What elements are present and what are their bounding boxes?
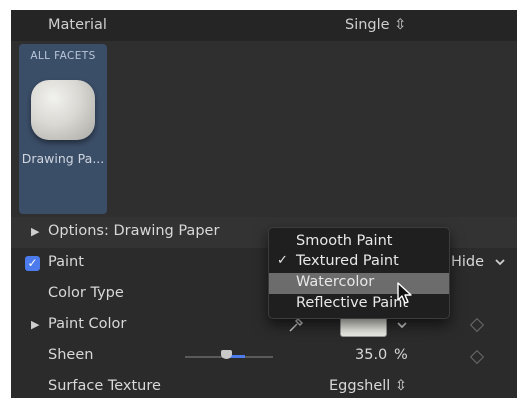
paint-label: Paint (48, 254, 84, 270)
sheen-unit: % (394, 347, 408, 363)
menu-item-label: Smooth Paint (296, 233, 393, 249)
surface-texture-row: Surface Texture Eggshell ⇳ (11, 372, 517, 398)
surface-texture-label: Surface Texture (48, 378, 161, 394)
all-facets-label: ALL FACETS (30, 50, 96, 62)
material-preview-image (31, 80, 95, 140)
color-type-label: Color Type (48, 285, 124, 301)
menu-item-textured-paint[interactable]: ✓ Textured Paint (269, 252, 449, 273)
sheen-label: Sheen (48, 347, 94, 363)
checkmark-icon: ✓ (277, 253, 288, 268)
hide-button[interactable]: Hide (451, 254, 484, 270)
surface-texture-popup[interactable]: Eggshell ⇳ (329, 378, 407, 394)
material-header: Material Single ⇳ (11, 10, 517, 41)
paint-color-label: Paint Color (48, 316, 127, 332)
disclosure-triangle-icon[interactable]: ▶ (31, 318, 39, 331)
inspector-panel: Material Single ⇳ ALL FACETS Drawing Pa.… (11, 10, 517, 398)
menu-item-watercolor[interactable]: Watercolor (269, 273, 449, 294)
keyframe-diamond-icon[interactable] (469, 349, 485, 365)
menu-item-smooth-paint[interactable]: Smooth Paint (269, 232, 449, 253)
material-swatch-tile[interactable]: ALL FACETS Drawing Pa... (19, 44, 107, 214)
paint-checkbox[interactable]: ✓ (25, 256, 40, 271)
menu-item-label: Textured Paint (296, 253, 399, 269)
chevron-down-icon[interactable] (493, 255, 507, 269)
material-label: Material (48, 17, 107, 33)
color-type-menu: Smooth Paint ✓ Textured Paint Watercolor… (268, 227, 450, 319)
menu-item-label: Reflective Paint (296, 295, 409, 311)
material-swatch-area: ALL FACETS Drawing Pa... (11, 41, 517, 217)
material-name-label: Drawing Pa... (21, 151, 105, 166)
keyframe-diamond-icon[interactable] (469, 317, 485, 333)
pointer-cursor-icon (396, 281, 414, 305)
sheen-value[interactable]: 35.0 (355, 347, 387, 363)
sheen-slider-knob[interactable] (221, 350, 232, 359)
menu-item-label: Watercolor (296, 274, 375, 290)
menu-item-reflective-paint[interactable]: Reflective Paint (269, 294, 449, 315)
disclosure-triangle-icon[interactable]: ▶ (31, 225, 39, 238)
sheen-row: Sheen 35.0 % (11, 341, 517, 372)
material-mode-popup[interactable]: Single ⇳ (345, 17, 406, 33)
options-label: Options: Drawing Paper (48, 223, 220, 239)
chevron-down-icon[interactable] (395, 318, 409, 332)
